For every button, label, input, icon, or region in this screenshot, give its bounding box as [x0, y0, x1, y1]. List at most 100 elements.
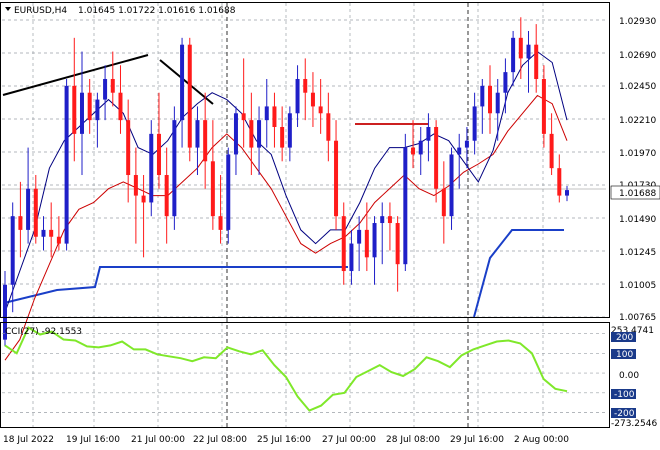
cci-axis-zero: 0.00 — [619, 371, 639, 381]
candle-body — [457, 147, 462, 155]
candle-body — [210, 161, 215, 217]
candle-body — [372, 223, 377, 258]
price-chart[interactable]: EURUSD,H4 1.01645 1.01722 1.01616 1.0168… — [0, 0, 660, 450]
candle-body — [18, 216, 23, 230]
candle-body — [411, 147, 416, 155]
candle-body — [95, 99, 100, 121]
candle-body — [64, 85, 69, 244]
candle-body — [534, 44, 539, 79]
candle-body — [310, 92, 315, 107]
price-label: 1.01490 — [619, 215, 656, 225]
candle-body — [326, 113, 331, 141]
current-price-value: 1.01688 — [619, 189, 656, 199]
candle-body — [357, 229, 362, 244]
candle-body — [249, 120, 254, 148]
time-label: 28 Jul 08:00 — [386, 435, 440, 445]
candle-body — [518, 37, 523, 59]
price-label: 1.02210 — [619, 116, 656, 126]
candle-body — [380, 216, 385, 224]
candle-body — [364, 229, 369, 258]
candle-body — [26, 188, 31, 230]
candle-body — [10, 216, 15, 285]
candle-body — [495, 92, 500, 114]
price-axis: 1.02930 1.02690 1.02450 1.02210 1.01970 … — [619, 17, 656, 323]
candle-body — [172, 120, 177, 217]
price-label: 1.01245 — [619, 248, 656, 258]
candle-body — [156, 133, 161, 176]
candle-body — [387, 216, 392, 224]
candle-body — [449, 154, 454, 217]
price-label: 1.02450 — [619, 82, 656, 92]
candle-body — [403, 147, 408, 265]
time-label: 29 Jul 16:00 — [450, 435, 504, 445]
candle-body — [418, 140, 423, 155]
candle-body — [79, 92, 84, 134]
candle-body — [488, 85, 493, 114]
candle-body — [33, 188, 38, 237]
candle-body — [318, 106, 323, 114]
candle-body — [41, 229, 46, 237]
time-axis: 18 Jul 2022 19 Jul 16:00 21 Jul 00:00 22… — [3, 435, 569, 445]
candle-body — [233, 113, 238, 155]
candle-body — [226, 154, 231, 230]
candle-body — [441, 188, 446, 217]
candle-body — [87, 92, 92, 121]
candle-body — [480, 85, 485, 107]
cci-label: CCI(27) -92.1553 — [5, 327, 82, 337]
candle-body — [549, 133, 554, 169]
candle-body — [164, 175, 169, 217]
candle-body — [141, 195, 146, 203]
candle-body — [287, 113, 292, 148]
candle-body — [511, 37, 516, 73]
time-label: 2 Aug 00:00 — [514, 435, 569, 445]
candle-body — [118, 92, 123, 121]
main-panel-frame — [0, 2, 610, 318]
ohlc-readout: 1.01645 1.01722 1.01616 1.01688 — [78, 6, 236, 16]
price-label: 1.02690 — [619, 51, 656, 61]
candle-body — [526, 44, 531, 59]
candle-body — [203, 120, 208, 162]
candle-body — [541, 78, 546, 134]
price-label: 1.02930 — [619, 17, 656, 27]
cci-axis-100: 100 — [616, 350, 633, 360]
candle-body — [464, 140, 469, 148]
candle-body — [557, 168, 562, 196]
candle-body — [349, 243, 354, 272]
candle-body — [180, 44, 185, 121]
candle-body — [72, 85, 77, 134]
cci-line — [4, 326, 568, 412]
candle-body — [218, 216, 223, 230]
cci-axis-minus200: -200 — [614, 409, 635, 419]
cci-axis: 253.4741 200 100 0.00 -100 -200 -273.254… — [611, 326, 657, 429]
candle-body — [295, 78, 300, 114]
candle-body — [241, 113, 246, 121]
candle-body — [149, 133, 154, 203]
candle-body — [49, 229, 54, 237]
candle-body — [565, 190, 569, 196]
symbol-label: EURUSD,H4 — [14, 6, 67, 16]
candle-body — [280, 127, 285, 148]
candle-body — [334, 140, 339, 217]
indicator-panel-frame — [0, 322, 610, 428]
support-line — [473, 229, 564, 318]
candle-body — [395, 223, 400, 265]
candle-body — [472, 106, 477, 141]
time-label: 25 Jul 16:00 — [257, 435, 311, 445]
candle-body — [503, 72, 508, 93]
candle-body — [126, 120, 131, 176]
time-label: 19 Jul 16:00 — [66, 435, 120, 445]
candle-body — [434, 127, 439, 189]
time-label: 27 Jul 00:00 — [322, 435, 376, 445]
candle-body — [187, 44, 192, 148]
candle-body — [272, 106, 277, 128]
cci-axis-min: -273.2546 — [611, 419, 657, 429]
candle-body — [257, 120, 262, 148]
candle-body — [341, 216, 346, 272]
candle-body — [303, 78, 308, 93]
symbol-dropdown-icon[interactable] — [5, 7, 11, 11]
price-label: 1.01005 — [619, 281, 656, 291]
candle-body — [133, 175, 138, 196]
time-label: 22 Jul 08:00 — [193, 435, 247, 445]
candle-body — [110, 78, 115, 93]
time-label: 18 Jul 2022 — [3, 435, 54, 445]
